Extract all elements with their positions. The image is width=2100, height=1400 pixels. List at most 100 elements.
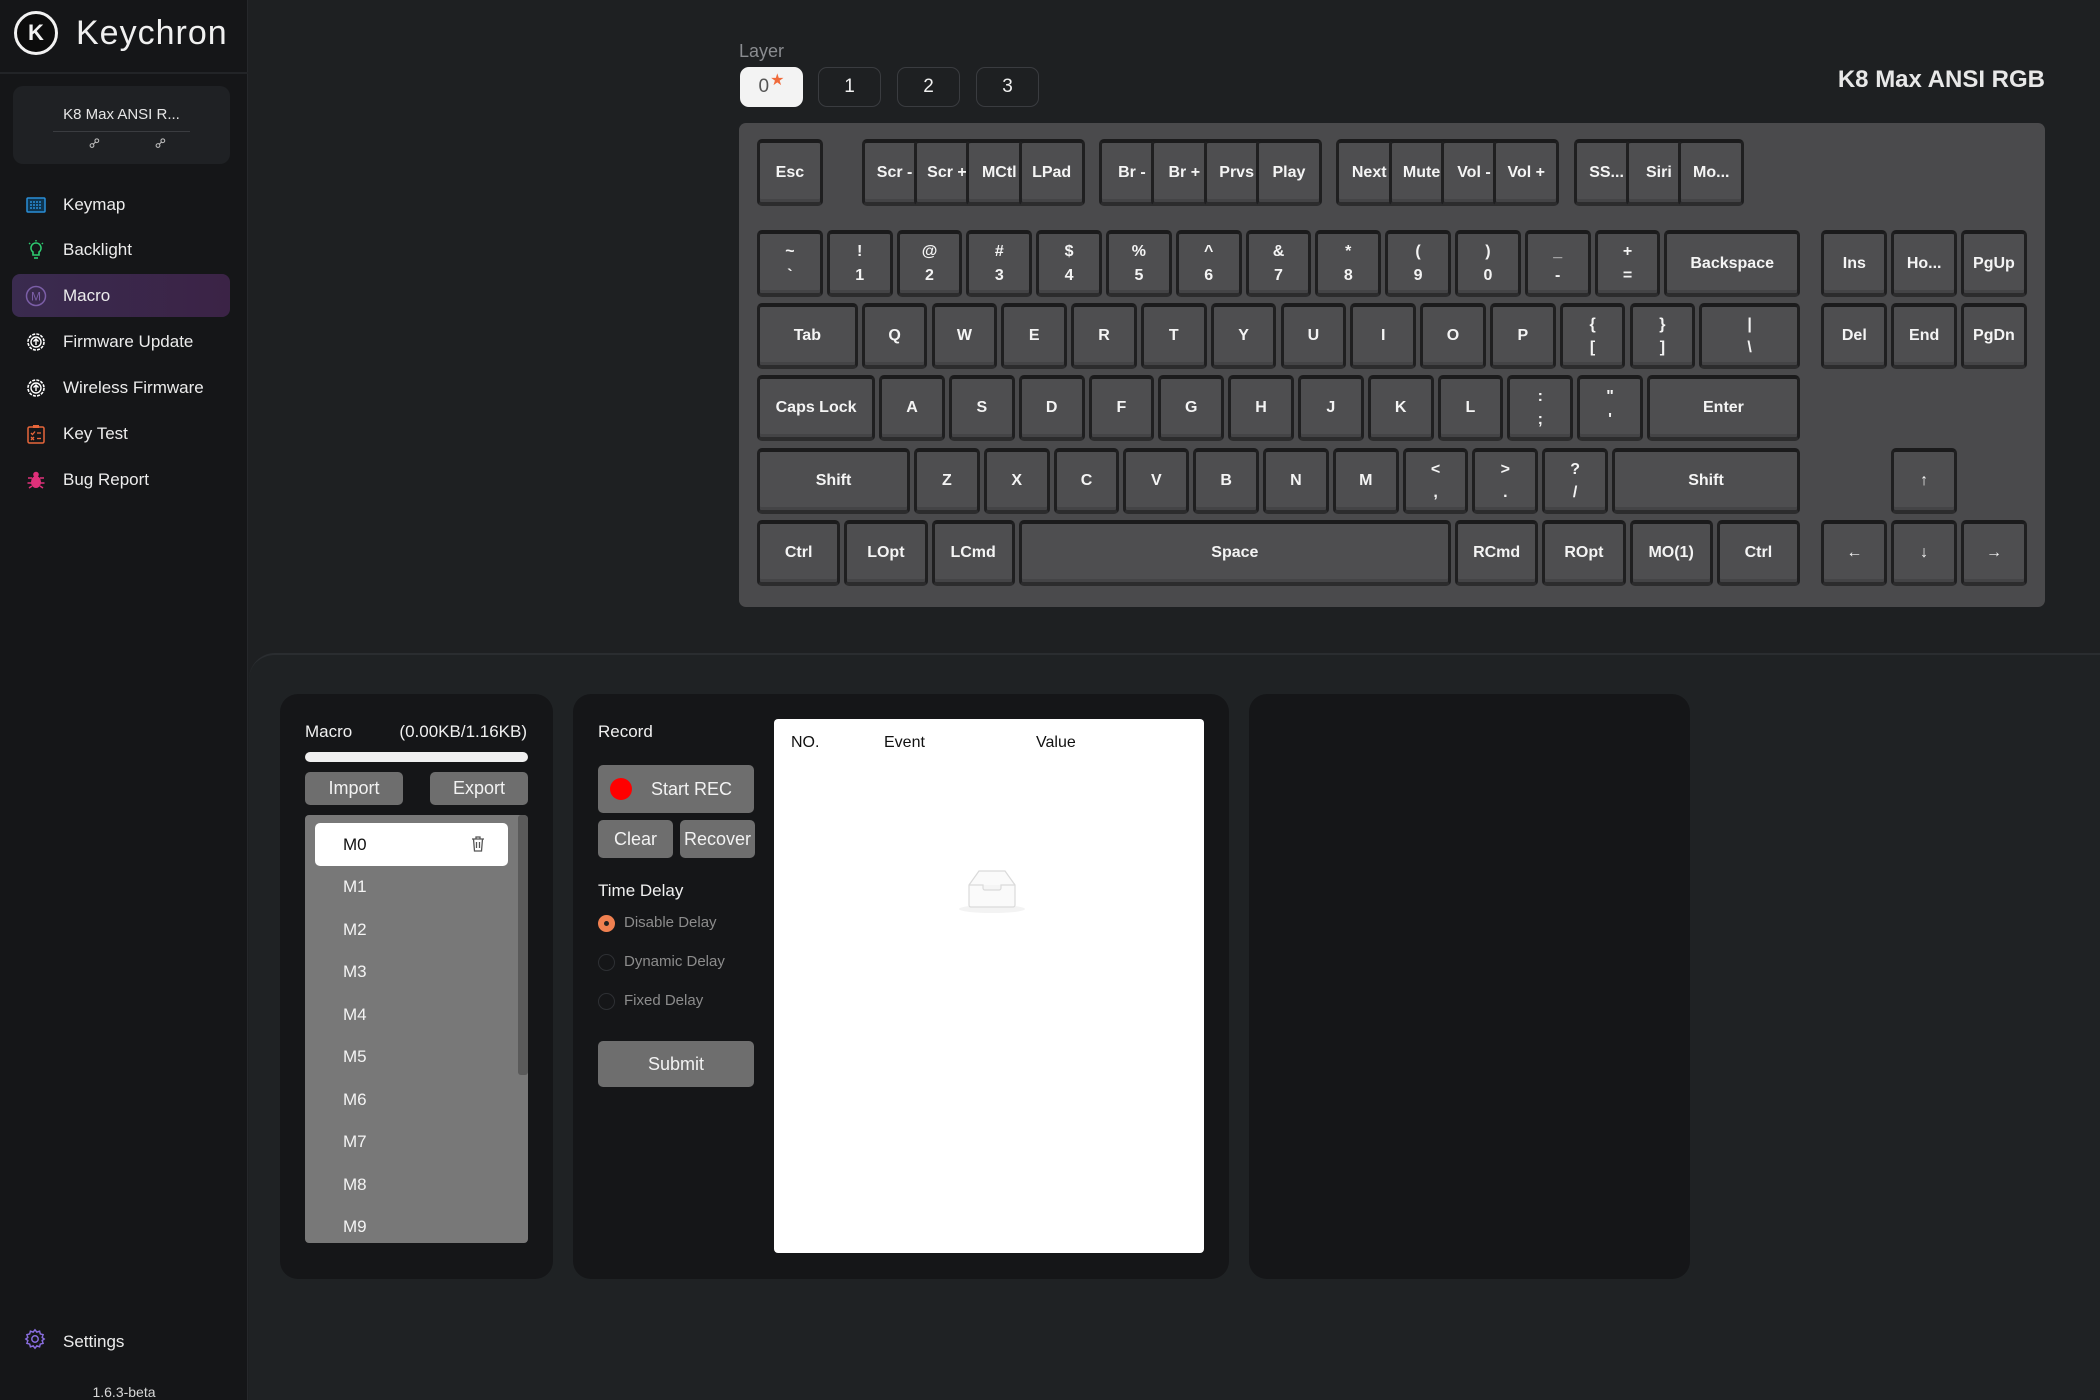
key-shift[interactable]: Shift [757,448,911,514]
key-'-"[interactable]: " ' [1577,375,1643,441]
macro-item-m0[interactable]: M0 [315,823,508,866]
key-h[interactable]: H [1228,375,1294,441]
key-y[interactable]: Y [1210,303,1277,369]
macro-item-m8[interactable]: M8 [315,1163,508,1206]
key-9-([interactable]: (9 [1385,230,1451,297]
key-caps-lock[interactable]: Caps Lock [757,375,876,441]
key-rcmd[interactable]: RCmd [1455,520,1539,586]
key-;-:[interactable]: :; [1507,375,1574,441]
key-shift[interactable]: Shift [1612,448,1800,514]
key-ho...[interactable]: Ho... [1891,230,1958,297]
key-u[interactable]: U [1280,303,1347,369]
key-ins[interactable]: Ins [1821,230,1888,297]
key-f[interactable]: F [1088,375,1155,441]
key-play[interactable]: Play [1256,139,1322,206]
key-w[interactable]: W [931,303,998,369]
key-ropt[interactable]: ROpt [1542,520,1626,586]
key-d[interactable]: D [1018,375,1085,441]
key-x[interactable]: X [983,448,1050,514]
key-z[interactable]: Z [914,448,980,514]
key-lcmd[interactable]: LCmd [931,520,1015,586]
export-button[interactable]: Export [430,772,528,805]
key-pgup[interactable]: PgUp [1961,230,2027,297]
key-ctrl[interactable]: Ctrl [1716,520,1800,586]
key-s[interactable]: S [948,375,1015,441]
key-lpad[interactable]: LPad [1018,139,1085,206]
layer-tab-2[interactable]: 2 [897,67,960,107]
key-pgdn[interactable]: PgDn [1961,303,2027,369]
key-m[interactable]: M [1332,448,1399,514]
sidebar-item-wireless-firmware[interactable]: Wireless Firmware [12,366,230,409]
key-←[interactable]: ← [1821,520,1888,586]
key-tab[interactable]: Tab [757,303,858,369]
key-backspace[interactable]: Backspace [1664,230,1800,297]
key-=-+[interactable]: + = [1594,230,1661,297]
key-2-@[interactable]: @2 [896,230,963,297]
key-.->[interactable]: >. [1472,448,1539,514]
key-4-$[interactable]: $4 [1036,230,1102,297]
link-icon[interactable]: ⚯ [151,133,171,153]
key-vol-+[interactable]: Vol + [1493,139,1560,206]
macro-item-m1[interactable]: M1 [315,866,508,909]
key-5-%[interactable]: % 5 [1106,230,1172,297]
key-↓[interactable]: ↓ [1891,520,1958,586]
key-q[interactable]: Q [861,303,928,369]
submit-button[interactable]: Submit [598,1041,754,1087]
layer-tab-1[interactable]: 1 [818,67,881,107]
key-↑[interactable]: ↑ [1891,448,1958,514]
key-ctrl[interactable]: Ctrl [757,520,841,586]
key-[-{[interactable]: {[ [1559,303,1626,369]
trash-icon[interactable] [470,835,486,858]
key-lopt[interactable]: LOpt [844,520,928,586]
macro-item-m3[interactable]: M3 [315,951,508,994]
key-r[interactable]: R [1071,303,1137,369]
key-/-?[interactable]: ? / [1542,448,1609,514]
key-k[interactable]: K [1367,375,1434,441]
radio-disable-delay[interactable] [598,915,615,932]
key-mo(1)[interactable]: MO(1) [1629,520,1713,586]
device-card[interactable]: K8 Max ANSI R... ⚯ ⚯ [13,86,230,164]
key-0-)[interactable]: ) 0 [1455,230,1521,297]
key-t[interactable]: T [1140,303,1207,369]
key-`-~[interactable]: ~ ` [757,230,823,297]
import-button[interactable]: Import [305,772,403,805]
sidebar-item-keymap[interactable]: Keymap [12,183,230,226]
key-i[interactable]: I [1350,303,1417,369]
macro-item-m2[interactable]: M2 [315,908,508,951]
macro-item-m6[interactable]: M6 [315,1078,508,1121]
macro-item-m4[interactable]: M4 [315,993,508,1036]
key-space[interactable]: Space [1018,520,1451,586]
key---_[interactable]: _ - [1524,230,1591,297]
macro-item-m9[interactable]: M9 [315,1206,508,1244]
key-]-}[interactable]: }] [1629,303,1696,369]
sidebar-item-macro[interactable]: M Macro [12,274,230,317]
key-l[interactable]: L [1437,375,1504,441]
sidebar-item-backlight[interactable]: Backlight [12,228,230,271]
key-p[interactable]: P [1489,303,1556,369]
key-→[interactable]: → [1961,520,2027,586]
key-8-*[interactable]: * 8 [1315,230,1382,297]
radio-fixed-delay[interactable] [598,993,615,1010]
key-end[interactable]: End [1891,303,1958,369]
key-enter[interactable]: Enter [1646,375,1800,441]
recover-button[interactable]: Recover [680,820,755,858]
link-icon[interactable]: ⚯ [85,133,105,153]
key-del[interactable]: Del [1821,303,1888,369]
key-mo...[interactable]: Mo... [1678,139,1745,206]
key-,-<[interactable]: <, [1402,448,1469,514]
key-j[interactable]: J [1297,375,1364,441]
key-7-&[interactable]: & 7 [1245,230,1312,297]
key-\-|[interactable]: | \ [1699,303,1800,369]
scrollbar[interactable] [518,815,528,1075]
macro-item-m5[interactable]: M5 [315,1036,508,1079]
radio-dynamic-delay[interactable] [598,954,615,971]
key-v[interactable]: V [1123,448,1190,514]
key-6-^[interactable]: ^ 6 [1175,230,1242,297]
key-c[interactable]: C [1053,448,1120,514]
clear-button[interactable]: Clear [598,820,673,858]
macro-item-m7[interactable]: M7 [315,1121,508,1164]
sidebar-item-firmware-update[interactable]: Firmware Update [12,320,230,363]
key-3-#[interactable]: #3 [966,230,1033,297]
sidebar-item-key-test[interactable]: Key Test [12,412,230,455]
key-o[interactable]: O [1420,303,1486,369]
